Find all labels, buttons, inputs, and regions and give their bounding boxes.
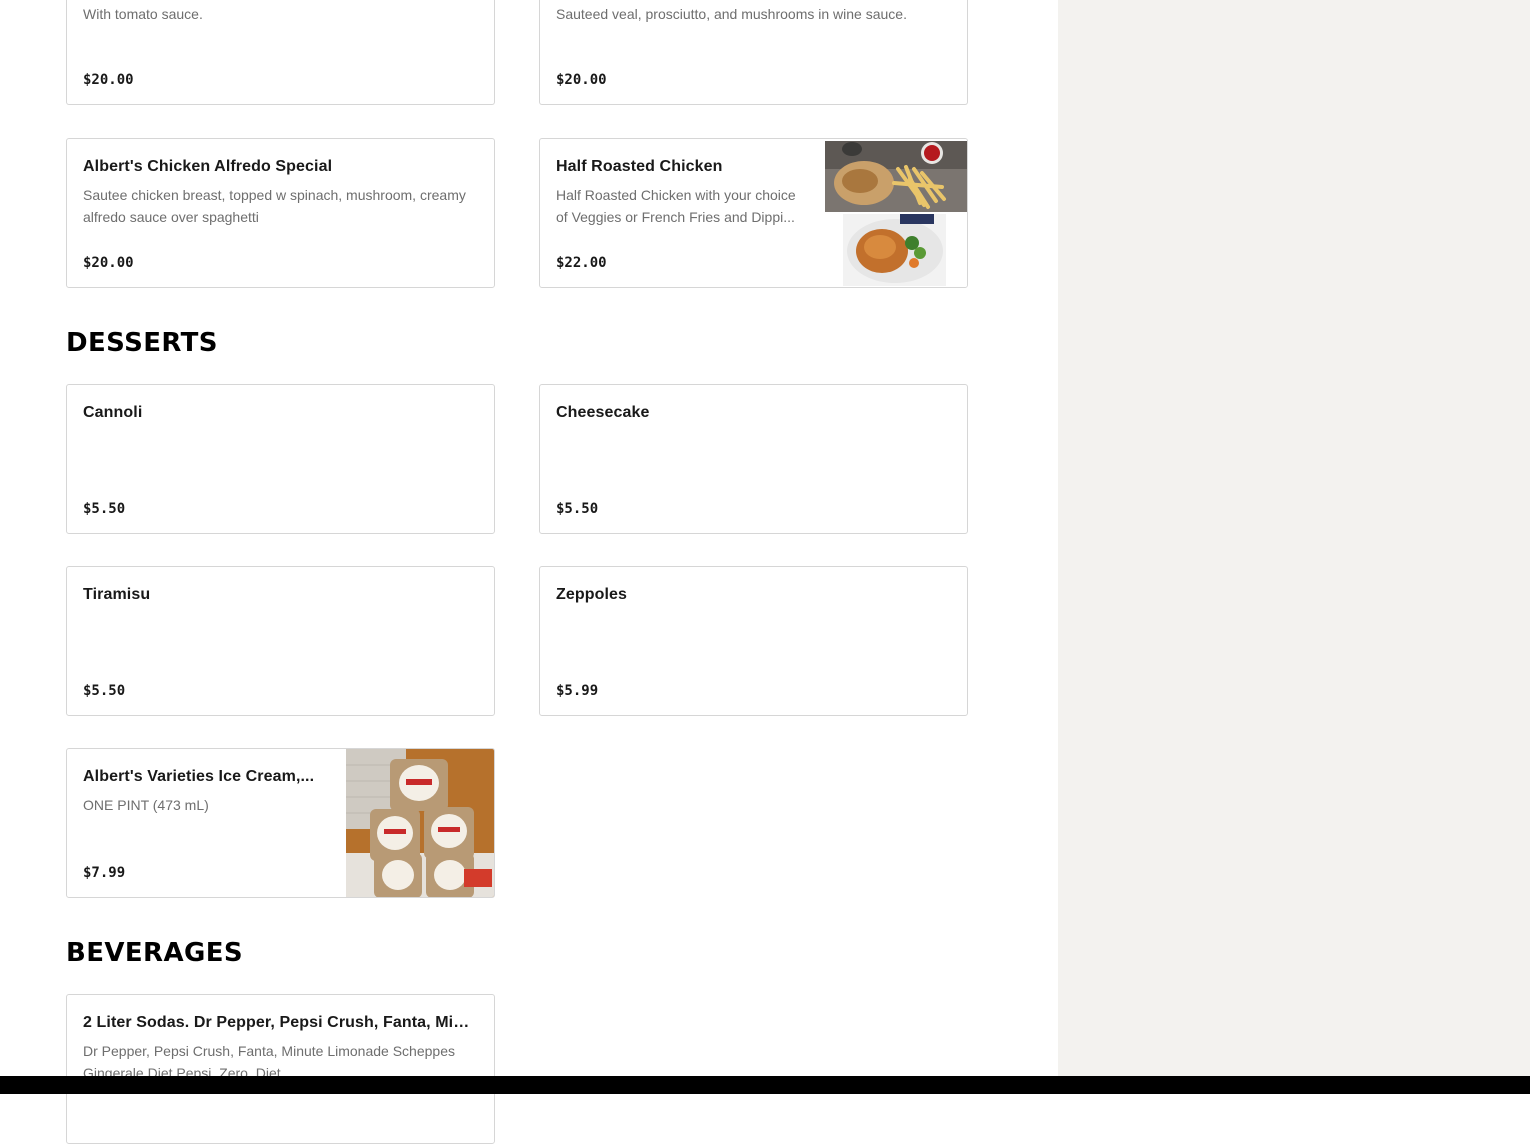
item-price: $20.00: [556, 72, 607, 88]
item-name: Tiramisu: [83, 586, 151, 603]
item-description: With tomato sauce.: [83, 6, 203, 22]
item-price: $20.00: [83, 255, 134, 271]
menu-main: With tomato sauce. $20.00 Sauteed veal, …: [0, 0, 1058, 1144]
menu-item-card[interactable]: Tiramisu $5.50: [66, 566, 495, 716]
side-panel: [1058, 0, 1530, 1094]
menu-item-card[interactable]: Sauteed veal, prosciutto, and mushrooms …: [539, 0, 968, 105]
item-description: ONE PINT (473 mL): [83, 797, 209, 813]
roasted-chicken-photo: [824, 139, 967, 287]
item-price: $5.50: [83, 501, 126, 517]
menu-item-card[interactable]: Half Roasted Chicken Half Roasted Chicke…: [539, 138, 968, 288]
item-description: Sauteed veal, prosciutto, and mushrooms …: [556, 6, 907, 22]
menu-item-card[interactable]: 2 Liter Sodas. Dr Pepper, Pepsi Crush, F…: [66, 994, 495, 1144]
menu-item-card[interactable]: With tomato sauce. $20.00: [66, 0, 495, 105]
section-title-beverages: BEVERAGES: [66, 938, 244, 968]
item-name: Half Roasted Chicken: [556, 158, 723, 175]
menu-item-card[interactable]: Albert's Chicken Alfredo Special Sautee …: [66, 138, 495, 288]
menu-item-card[interactable]: Cannoli $5.50: [66, 384, 495, 534]
menu-item-card[interactable]: Albert's Varieties Ice Cream,... ONE PIN…: [66, 748, 495, 898]
item-price: $22.00: [556, 255, 607, 271]
item-name: Albert's Chicken Alfredo Special: [83, 158, 333, 175]
item-name: Cannoli: [83, 404, 143, 421]
section-title-desserts: DESSERTS: [66, 328, 218, 358]
item-price: $5.50: [556, 501, 599, 517]
menu-item-card[interactable]: Zeppoles $5.99: [539, 566, 968, 716]
item-name: Zeppoles: [556, 586, 628, 603]
menu-item-card[interactable]: Cheesecake $5.50: [539, 384, 968, 534]
item-description: Sautee chicken breast, topped w spinach,…: [83, 187, 466, 225]
item-price: $5.99: [556, 683, 599, 699]
ice-cream-pints-photo: [346, 749, 494, 897]
bottom-bar: [0, 1076, 1530, 1094]
item-description: Half Roasted Chicken with your choice of…: [556, 187, 796, 225]
item-name: Cheesecake: [556, 404, 650, 421]
item-name: 2 Liter Sodas. Dr Pepper, Pepsi Crush, F…: [83, 1014, 478, 1031]
item-name: Albert's Varieties Ice Cream,...: [83, 768, 315, 785]
item-price: $7.99: [83, 865, 126, 881]
item-price: $20.00: [83, 72, 134, 88]
item-price: $5.50: [83, 683, 126, 699]
